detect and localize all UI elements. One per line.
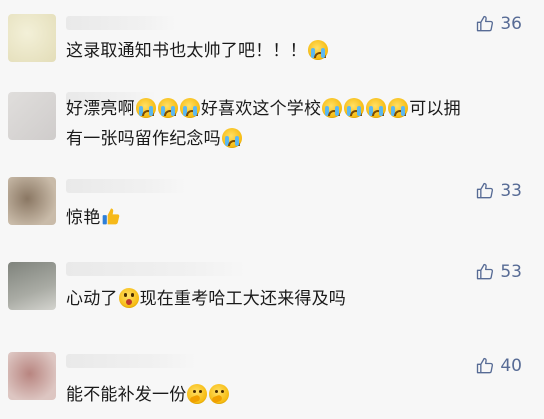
loudly-crying-face-emoji-icon — [307, 40, 328, 60]
like-button[interactable]: 53 — [475, 262, 522, 282]
comment-text: 这录取通知书也太帅了吧！！！ — [66, 36, 504, 66]
avatar[interactable] — [8, 14, 56, 62]
avatar[interactable] — [8, 352, 56, 400]
loudly-crying-face-emoji-icon — [221, 128, 242, 148]
comment-text-part: 这录取通知书也太帅了吧！！！ — [66, 41, 307, 61]
comment-text-part: 现在重考哈工大还来得及吗 — [139, 289, 347, 309]
avatar[interactable] — [8, 177, 56, 225]
comment-text-part: 好喜欢这个学校 — [200, 99, 322, 119]
comment-text: 能不能补发一份 — [66, 380, 504, 410]
comment-item: 好漂亮啊 好喜欢这个学校 可以拥 有一张吗留作纪念吗 — [0, 82, 544, 162]
comment-text: 心动了 现在重考哈工大还来得及吗 — [66, 284, 504, 314]
like-count: 40 — [500, 356, 522, 376]
like-button[interactable]: 33 — [475, 181, 522, 201]
thinking-face-emoji-icon — [187, 384, 208, 404]
comment-text: 惊艳 — [66, 203, 504, 233]
comment-text-part: 惊艳 — [66, 208, 101, 228]
avatar[interactable] — [8, 262, 56, 310]
thumbs-up-icon — [477, 263, 494, 280]
loudly-crying-face-emoji-icon — [344, 98, 365, 118]
comment-text-part: 好漂亮啊 — [66, 99, 135, 119]
like-count: 53 — [500, 262, 522, 282]
comment-text-part: 可以拥 — [409, 99, 461, 119]
comment-text-part: 能不能补发一份 — [66, 385, 187, 405]
loudly-crying-face-emoji-icon — [157, 98, 178, 118]
comment-item: 40 能不能补发一份 — [0, 340, 544, 419]
like-button[interactable]: 40 — [475, 356, 522, 376]
loudly-crying-face-emoji-icon — [366, 98, 387, 118]
comment-item: 36 这录取通知书也太帅了吧！！！ — [0, 0, 544, 80]
loudly-crying-face-emoji-icon — [388, 98, 409, 118]
loudly-crying-face-emoji-icon — [179, 98, 200, 118]
comment-item: 33 惊艳 — [0, 165, 544, 245]
comment-item: 53 心动了 现在重考哈工大还来得及吗 — [0, 250, 544, 330]
username-blurred — [66, 354, 196, 368]
username-blurred — [66, 16, 176, 30]
avatar[interactable] — [8, 92, 56, 140]
username-blurred — [66, 262, 246, 276]
thumbs-up-emoji-icon — [103, 208, 120, 225]
thumbs-up-icon — [477, 357, 494, 374]
thinking-face-emoji-icon — [209, 384, 230, 404]
thumbs-up-icon — [477, 15, 494, 32]
surprised-face-emoji-icon — [118, 288, 139, 308]
username-blurred — [66, 179, 186, 193]
loudly-crying-face-emoji-icon — [135, 98, 156, 118]
like-button[interactable]: 36 — [475, 14, 522, 34]
like-count: 36 — [500, 14, 522, 34]
comment-text-part: 心动了 — [66, 289, 118, 309]
comment-text-part: 有一张吗留作纪念吗 — [66, 129, 221, 149]
like-count: 33 — [500, 181, 522, 201]
thumbs-up-icon — [477, 182, 494, 199]
loudly-crying-face-emoji-icon — [322, 98, 343, 118]
comment-text: 好漂亮啊 好喜欢这个学校 可以拥 有一张吗留作纪念吗 — [66, 94, 504, 154]
